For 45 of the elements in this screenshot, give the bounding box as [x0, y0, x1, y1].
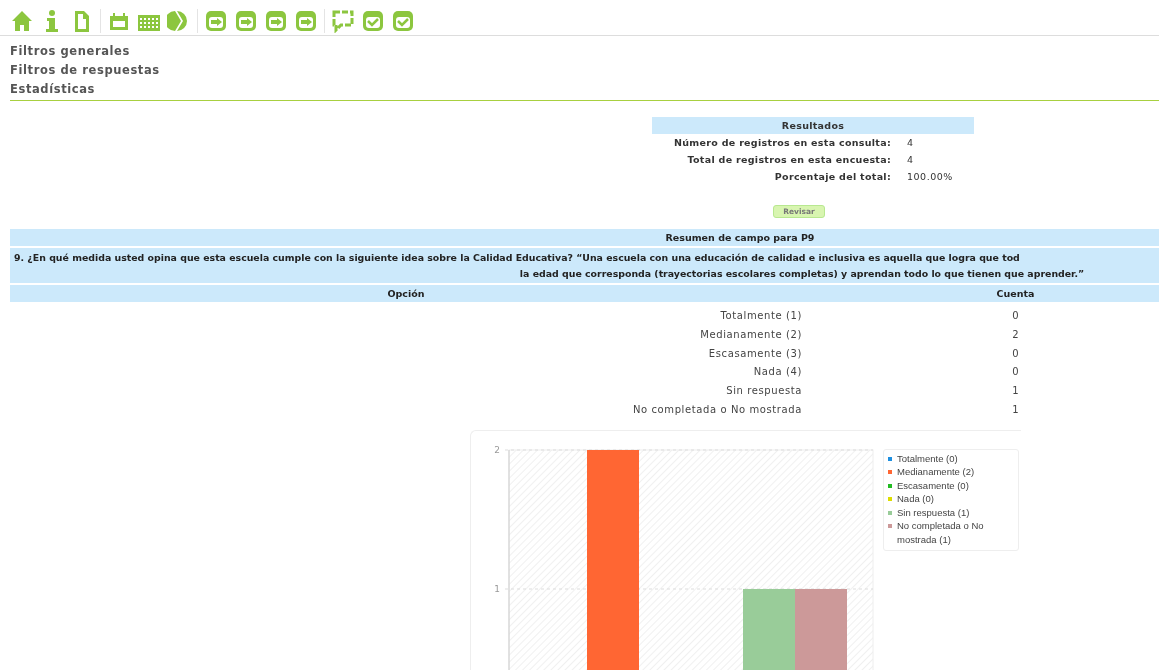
database-export-icon[interactable] — [234, 8, 258, 33]
option-cell-text: No completada o No mostrada — [631, 403, 802, 417]
option-cell-text: Escasamente (3) — [707, 346, 802, 361]
legend-label: Sin respuesta (1) — [897, 505, 970, 520]
option-cell-text: Totalmente (1) — [719, 309, 802, 323]
legend-label: Escasamente (0) — [897, 478, 969, 493]
result-label: Total de registros en esta encuesta: — [686, 153, 891, 167]
option-cell-text: Sin respuesta — [725, 384, 802, 399]
legend-label: Totalmente (0) — [897, 451, 958, 466]
chat-bubble-icon[interactable] — [331, 8, 355, 33]
count-cell-text: 0 — [1011, 346, 1020, 361]
question-text: la edad que corresponda (trayectorias escolares completas) y aprendan todo lo que tienen que aprender.” — [518, 267, 1086, 281]
count-cell-text: 1 — [1011, 384, 1020, 399]
menu-link[interactable]: Filtros de respuestas — [10, 61, 1149, 80]
database-check-icon[interactable] — [391, 8, 415, 33]
database-export-icon[interactable] — [204, 8, 228, 33]
y-tick: 2 — [494, 444, 874, 455]
y-tick-label: 2 — [494, 444, 500, 455]
count-cell-text: 2 — [1011, 327, 1020, 342]
results-header: Resultados — [652, 117, 974, 134]
y-tick: 1 — [494, 583, 874, 594]
home-icon[interactable] — [10, 8, 34, 33]
result-label: Número de registros en esta consulta: — [673, 136, 891, 150]
column-header: Opción — [386, 287, 426, 301]
result-value: 100.00% — [907, 170, 954, 184]
legend-label: Medianamente (2) — [897, 465, 975, 479]
count-cell-text: 0 — [1011, 365, 1020, 380]
result-value: 4 — [907, 153, 915, 167]
question-text: 9. ¿En qué medida usted opina que esta escuela cumple con la siguiente idea sobre la Calidad Educativa? “Una escuela con una educación de calidad e inclusiva es aquella que logra que tod — [14, 251, 1021, 265]
database-check-icon[interactable] — [361, 8, 385, 33]
legend-label: Nada (0) — [897, 492, 934, 506]
result-value: 4 — [907, 136, 915, 150]
summary-header: Resumen de campo para P9 — [10, 229, 1159, 246]
y-tick-label: 1 — [494, 583, 500, 594]
menu-link[interactable]: Estadísticas — [10, 80, 1149, 99]
option-cell-text: Medianamente (2) — [699, 327, 802, 342]
legend-label: No completada o No mostrada (1) — [897, 519, 985, 547]
result-label: Porcentaje del total: — [773, 170, 891, 184]
menu-link[interactable]: Filtros generales — [10, 42, 1149, 61]
database-export-icon[interactable] — [294, 8, 318, 33]
count-cell-text: 1 — [1011, 403, 1020, 417]
count-cell-text: 0 — [1011, 309, 1020, 323]
database-export-icon[interactable] — [264, 8, 288, 33]
column-header: Cuenta — [995, 287, 1036, 301]
option-cell-text: Nada (4) — [752, 365, 802, 380]
